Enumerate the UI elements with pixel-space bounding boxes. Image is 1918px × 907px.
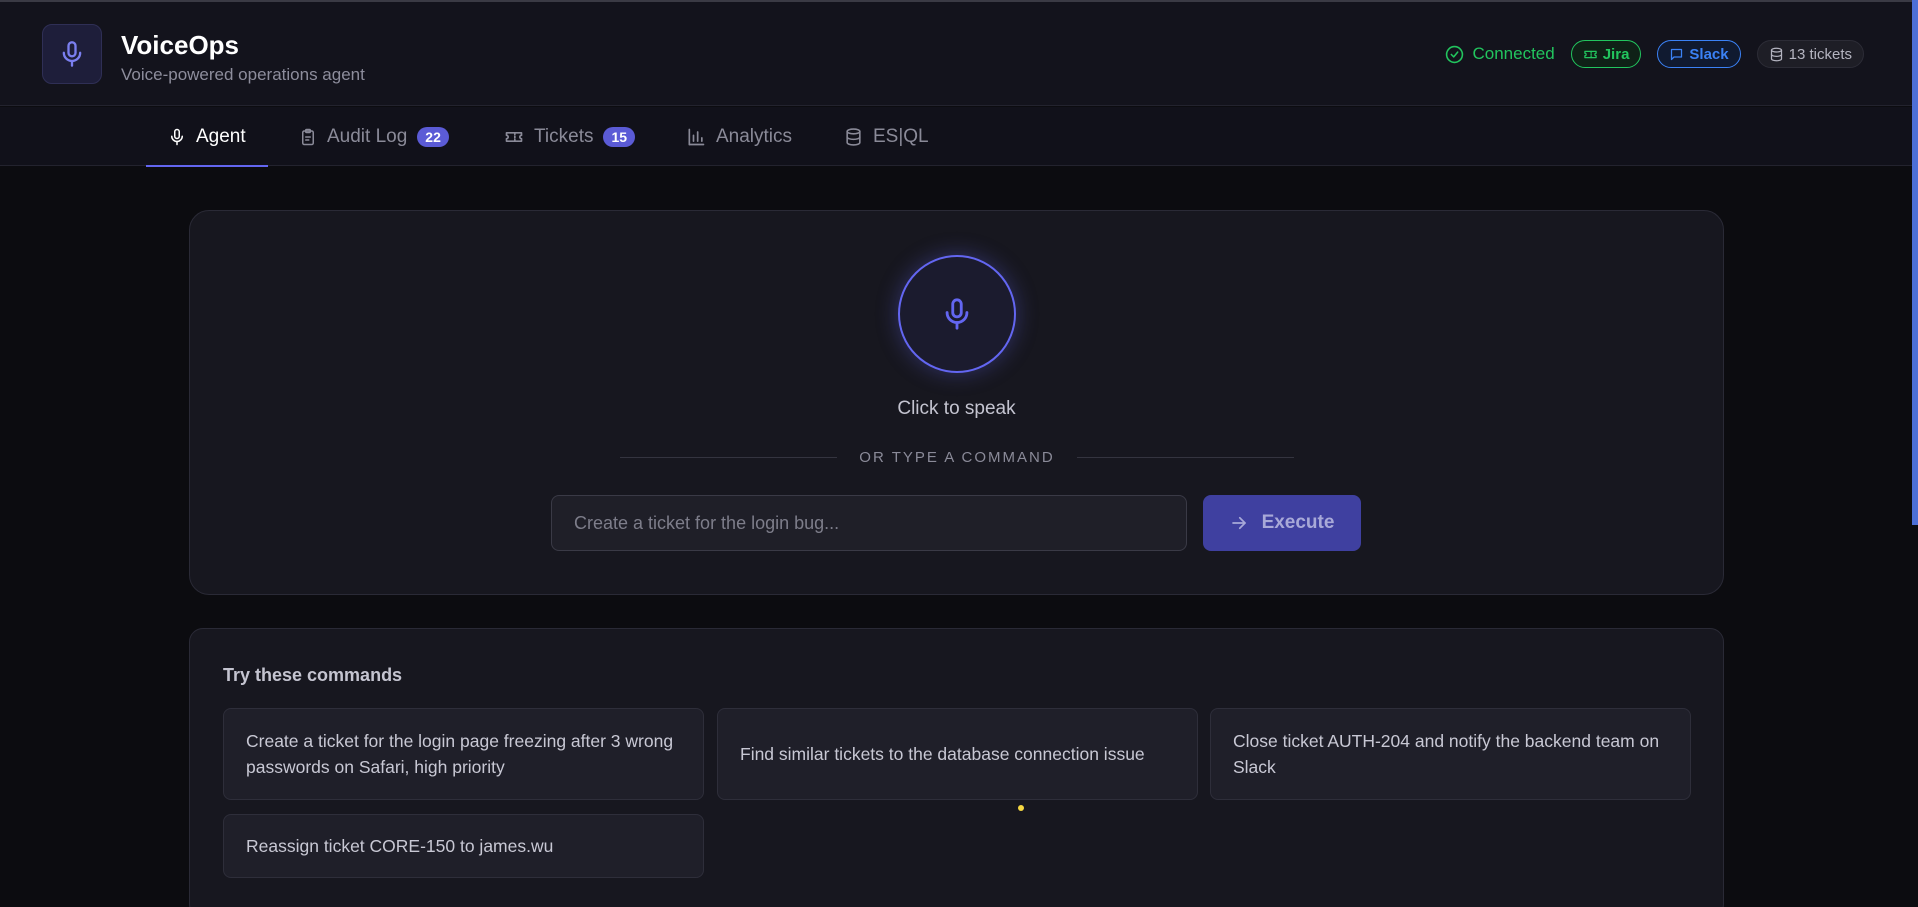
- tab-audit-log[interactable]: Audit Log 22: [277, 107, 471, 166]
- database-icon: [1770, 47, 1782, 61]
- tab-tickets[interactable]: Tickets 15: [482, 107, 657, 166]
- tab-bar: Agent Audit Log 22 Tickets 15 Analytics: [0, 107, 1912, 167]
- jira-status-badge[interactable]: Jira: [1570, 40, 1642, 68]
- database-icon: [846, 127, 861, 146]
- command-suggestion-text: Reassign ticket CORE-150 to james.wu: [246, 836, 554, 856]
- mic-button[interactable]: [898, 255, 1016, 373]
- mic-label: Click to speak: [897, 398, 1016, 419]
- divider: OR TYPE A COMMAND: [620, 449, 1295, 466]
- tab-label: Analytics: [716, 125, 793, 147]
- tab-label: Agent: [196, 125, 246, 147]
- tab-label: ES|QL: [873, 125, 929, 147]
- tab-esql[interactable]: ES|QL: [822, 107, 951, 166]
- app-header: VoiceOps Voice-powered operations agent …: [0, 2, 1912, 106]
- ticket-icon: [505, 131, 523, 142]
- clipboard-icon: [302, 128, 314, 145]
- slack-label: Slack: [1689, 45, 1729, 63]
- bar-chart-icon: [688, 128, 705, 145]
- check-circle-icon: [1446, 45, 1464, 63]
- divider-line: [620, 457, 838, 458]
- command-suggestion[interactable]: Reassign ticket CORE-150 to james.wu: [223, 814, 704, 878]
- suggested-commands-title: Try these commands: [223, 665, 403, 685]
- arrow-right-icon: [1231, 516, 1246, 530]
- execute-label: Execute: [1261, 512, 1335, 533]
- command-suggestion-text: Create a ticket for the login page freez…: [246, 731, 674, 777]
- app-logo: [42, 24, 102, 84]
- app-subtitle: Voice-powered operations agent: [121, 65, 365, 84]
- connection-status: Connected: [1445, 44, 1555, 64]
- mic-icon: [62, 41, 82, 67]
- scrollbar-thumb[interactable]: [1912, 0, 1918, 525]
- command-input[interactable]: [551, 495, 1187, 551]
- divider-line: [1076, 457, 1295, 458]
- execute-button[interactable]: Execute: [1203, 495, 1361, 551]
- tab-label: Tickets: [534, 125, 594, 147]
- voice-command-card: Click to speak OR TYPE A COMMAND Execute: [189, 210, 1724, 595]
- mic-icon: [945, 298, 969, 330]
- command-suggestion[interactable]: Create a ticket for the login page freez…: [223, 708, 704, 800]
- page-scrollbar[interactable]: [1912, 0, 1918, 907]
- divider-text: OR TYPE A COMMAND: [859, 449, 1055, 466]
- audit-log-count-badge: 22: [417, 126, 449, 147]
- tickets-count-badge[interactable]: 13 tickets: [1756, 40, 1864, 68]
- command-suggestion[interactable]: Find similar tickets to the database con…: [717, 708, 1198, 800]
- connection-label: Connected: [1472, 44, 1555, 63]
- command-suggestion-text: Find similar tickets to the database con…: [740, 744, 1145, 764]
- jira-label: Jira: [1602, 45, 1630, 63]
- tab-label: Audit Log: [327, 125, 408, 147]
- chat-icon: [1671, 48, 1683, 60]
- slack-status-badge[interactable]: Slack: [1657, 40, 1741, 68]
- command-suggestion-text: Close ticket AUTH-204 and notify the bac…: [1233, 731, 1660, 777]
- command-suggestion[interactable]: Close ticket AUTH-204 and notify the bac…: [1210, 708, 1691, 800]
- tab-analytics[interactable]: Analytics: [664, 107, 814, 166]
- cursor-indicator: [1018, 805, 1024, 811]
- suggested-commands-card: Try these commands Create a ticket for t…: [189, 628, 1724, 907]
- tab-agent[interactable]: Agent: [146, 107, 268, 167]
- tickets-count-badge: 15: [603, 126, 636, 147]
- tickets-count-label: 13 tickets: [1788, 45, 1852, 63]
- mic-icon: [171, 128, 183, 145]
- app-title: VoiceOps: [121, 30, 240, 60]
- status-bar: Connected Jira Slack 13 tickets: [1445, 40, 1864, 68]
- ticket-icon: [1583, 50, 1597, 58]
